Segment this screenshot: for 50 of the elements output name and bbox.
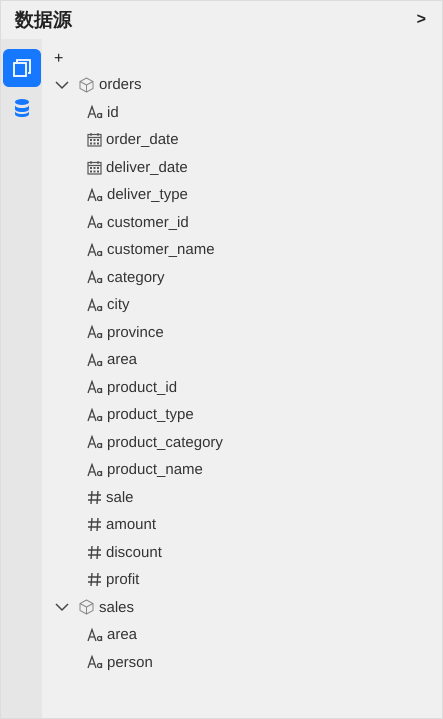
number-type-icon [87,572,102,588]
number-type-icon [87,490,102,505]
number-type-icon [87,544,102,560]
field-name[interactable]: discount [106,544,162,561]
text-type-icon [87,462,103,477]
field-name[interactable]: product_category [107,434,223,451]
text-type-icon [87,242,103,257]
text-type-icon [87,298,103,312]
copy-icon [12,58,32,78]
field-name[interactable]: person [107,654,153,671]
field-name[interactable]: area [107,626,138,644]
field-name[interactable]: deliver_type [107,186,188,204]
cube-icon [79,76,94,93]
add-button[interactable]: + [52,47,66,71]
text-type-icon [87,380,103,394]
field-name[interactable]: amount [106,516,156,534]
text-type-icon [87,655,103,670]
field-name[interactable]: province [107,324,164,341]
field-name[interactable]: area [107,351,138,368]
field-name[interactable]: deliver_date [106,158,188,176]
panel-title: 数据源 [15,9,72,33]
field-name[interactable]: customer_id [107,214,189,231]
text-type-icon [87,352,103,367]
collapse-button[interactable]: > [412,11,430,29]
field-name[interactable]: city [107,296,130,314]
field-name[interactable]: id [107,104,119,121]
table-name[interactable]: orders [99,76,142,94]
field-name[interactable]: category [107,268,165,286]
field-name[interactable]: product_name [107,461,203,478]
field-name[interactable]: customer_name [107,241,215,258]
calendar-icon [87,132,102,148]
text-type-icon [87,628,103,642]
cube-icon [79,599,94,616]
text-type-icon [87,215,103,230]
text-type-icon [87,408,103,422]
text-type-icon [87,435,103,450]
table-name[interactable]: sales [99,598,134,616]
field-name[interactable]: product_type [107,406,194,424]
field-name[interactable]: product_id [107,378,178,396]
text-type-icon [87,188,103,202]
calendar-icon [87,160,102,175]
number-type-icon [87,517,102,532]
field-name[interactable]: order_date [106,131,179,148]
text-type-icon [87,270,103,284]
text-type-icon [87,105,103,120]
field-name[interactable]: sale [106,488,134,506]
sidebar-tab[interactable] [2,49,40,87]
database-icon [14,98,30,118]
text-type-icon [87,325,103,340]
field-name[interactable]: profit [106,571,140,588]
